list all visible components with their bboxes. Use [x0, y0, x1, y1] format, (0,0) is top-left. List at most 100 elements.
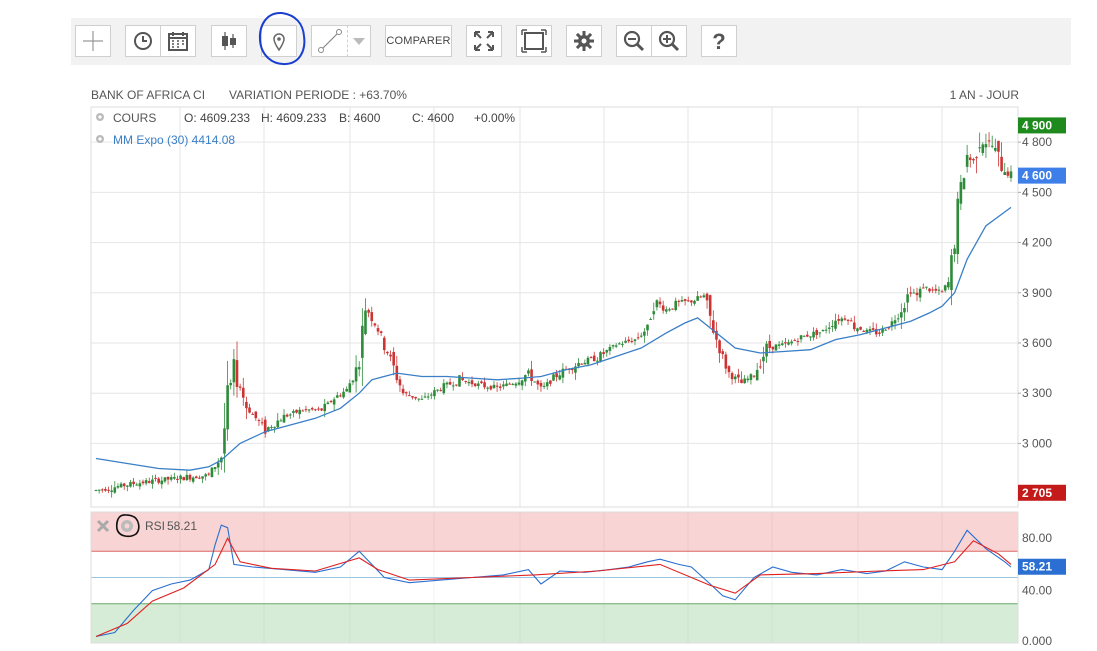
candle-body [520, 380, 524, 386]
candle-body [906, 294, 909, 303]
candle-body [163, 477, 167, 482]
chart-header: BANK OF AFRICA CI VARIATION PERIODE : +6… [91, 88, 1021, 104]
compare-button[interactable]: COMPARER [385, 25, 452, 57]
line-tool-icon [317, 29, 342, 53]
candle-body [887, 327, 891, 329]
price-tag-label: 2 705 [1022, 486, 1052, 500]
svg-text:?: ? [712, 29, 725, 53]
rsi-neutral-zone [91, 551, 1018, 604]
trendline-dropdown[interactable] [347, 25, 371, 57]
candle-body [204, 474, 207, 477]
fullscreen-button[interactable] [466, 25, 502, 57]
calendar-button[interactable] [160, 25, 196, 57]
candle-body [1009, 171, 1013, 178]
candle-body [862, 330, 866, 332]
candle-body [160, 480, 164, 485]
candle-body [122, 483, 126, 487]
candle-body [843, 318, 847, 320]
candle-body [433, 390, 436, 397]
candle-body [273, 426, 276, 428]
candle-body [643, 331, 646, 336]
candle-body [238, 386, 242, 388]
candle-body [166, 476, 170, 480]
candle-body [260, 422, 264, 424]
candle-body [878, 332, 881, 334]
candle-body [846, 319, 850, 321]
candle-body [411, 396, 414, 398]
crosshair-button[interactable] [75, 25, 111, 57]
rsi-label: RSI [145, 519, 165, 533]
candle-body [295, 409, 298, 413]
candle-body [288, 414, 292, 416]
candle-body [733, 376, 737, 380]
candle-body [176, 478, 179, 481]
gear-icon [121, 520, 133, 532]
candle-body [323, 403, 327, 412]
period-selector[interactable]: 1 AN - JOUR [950, 88, 1019, 102]
candle-body [893, 320, 897, 324]
candle-body [630, 341, 634, 343]
candle-body [348, 383, 352, 393]
candle-body [618, 343, 621, 345]
candle-body [185, 474, 189, 481]
fit-button[interactable] [516, 25, 552, 57]
candle-body [962, 178, 966, 190]
legend-low: B: 4600 [339, 111, 381, 125]
caret-down-icon [353, 38, 365, 45]
ma-expo-line [95, 206, 1012, 471]
candle-body [201, 476, 204, 479]
rsi-signal-line [95, 536, 1012, 638]
candle-body [436, 389, 439, 391]
candle-body [213, 467, 217, 469]
candle-body [492, 384, 496, 388]
zoom-in-icon [658, 30, 680, 52]
candle-body [831, 325, 834, 327]
candle-body [567, 368, 571, 370]
candle-body [461, 377, 464, 381]
candle-body [555, 373, 558, 378]
frame-icon [521, 29, 547, 53]
candle-body [812, 331, 815, 338]
settings-button[interactable] [566, 25, 602, 57]
candle-body [871, 328, 875, 330]
trendline-button[interactable] [311, 25, 347, 57]
candle-body [480, 381, 483, 384]
candle-body [658, 301, 662, 305]
price-axis-tick: 4 800 [1022, 135, 1052, 149]
candle-body [950, 255, 953, 291]
candle-body [824, 329, 828, 331]
candle-body [990, 145, 994, 147]
candle-body [874, 329, 878, 335]
help-button[interactable]: ? [701, 25, 737, 57]
candle-body [508, 383, 511, 385]
candle-body [956, 198, 960, 254]
candle-body [840, 318, 844, 322]
candle-body [533, 381, 536, 383]
candle-body [370, 312, 374, 322]
candle-body [376, 328, 380, 332]
candle-body [740, 379, 743, 384]
zoom-in-button[interactable] [651, 25, 687, 57]
gear-icon [96, 135, 104, 143]
candle-body [881, 328, 884, 333]
candle-body [179, 475, 182, 480]
price-tag-label: 4 900 [1022, 118, 1052, 132]
candle-body [596, 360, 599, 362]
legend-high: H: 4609.233 [261, 111, 327, 125]
candle-body [790, 341, 793, 344]
candle-body [571, 369, 574, 371]
candle-body [464, 381, 468, 383]
candle-body [580, 363, 584, 365]
history-button[interactable] [125, 25, 161, 57]
price-axis-tick: 3 000 [1022, 436, 1052, 450]
candle-body [592, 355, 596, 362]
rsi-axis-tick: 80.00 [1022, 531, 1052, 545]
candle-body [890, 321, 894, 327]
candle-body [517, 382, 521, 385]
zoom-out-button[interactable] [616, 25, 652, 57]
candle-body [207, 473, 211, 475]
candle-body [483, 382, 486, 388]
candle-body [821, 329, 825, 331]
candle-body [928, 288, 931, 292]
candlestick-button[interactable] [211, 25, 247, 57]
